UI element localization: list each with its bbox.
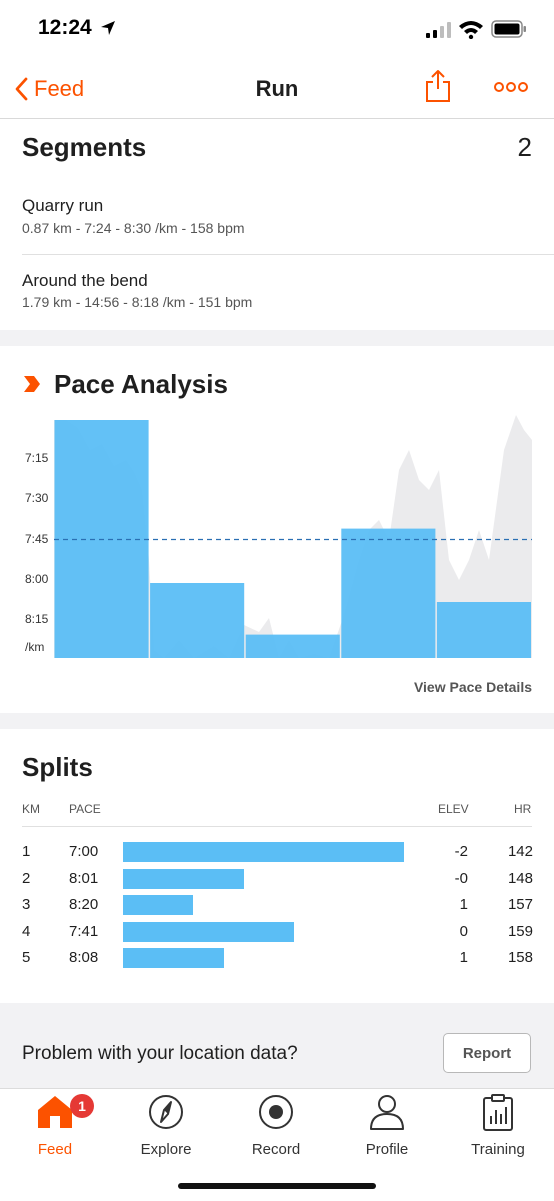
segments-title: Segments: [22, 132, 147, 162]
battery-icon: [491, 20, 526, 38]
splits-title: Splits: [22, 752, 93, 782]
notification-badge: 1: [70, 1094, 94, 1118]
section-separator: [0, 713, 554, 729]
segments-count: 2: [517, 132, 532, 162]
divider: [22, 254, 554, 255]
split-elev: 1: [459, 896, 468, 913]
split-pace-bar: [123, 842, 404, 862]
split-km: 1: [22, 843, 31, 860]
location-problem-text: Problem with your location data?: [22, 1043, 298, 1064]
segment-name: Around the bend: [22, 271, 148, 290]
report-button[interactable]: Report: [443, 1033, 531, 1073]
record-icon: [259, 1095, 293, 1129]
split-elev: 1: [459, 949, 468, 966]
profile-icon: [370, 1095, 404, 1130]
segment-item[interactable]: Around the bend 1.79 km - 14:56 - 8:18 /…: [0, 256, 554, 328]
location-arrow-icon: [101, 21, 115, 35]
splits-header-divider: [22, 826, 532, 827]
split-km: 4: [22, 922, 31, 940]
pace-bar: [150, 583, 245, 658]
pace-bar: [341, 528, 436, 658]
y-tick-label: 8:00: [25, 572, 49, 586]
y-tick-label: 7:45: [25, 532, 49, 546]
split-elev: 0: [459, 922, 468, 940]
more-icon[interactable]: [494, 80, 528, 94]
home-icon: [38, 1096, 72, 1128]
split-hr: 158: [507, 949, 533, 966]
home-indicator: [178, 1183, 376, 1189]
split-pace: 8:01: [69, 869, 99, 887]
tab-label: Record: [251, 1141, 301, 1158]
y-tick-label: 7:15: [25, 451, 49, 465]
segment-item[interactable]: Quarry run 0.87 km - 7:24 - 8:30 /km - 1…: [0, 180, 554, 254]
segment-stats: 0.87 km - 7:24 - 8:30 /km - 158 bpm: [22, 220, 245, 236]
pace-bar: [245, 634, 340, 658]
share-icon[interactable]: [424, 69, 452, 103]
split-pace: 7:00: [69, 843, 99, 860]
splits-header-hr: HR: [514, 802, 532, 816]
split-pace: 8:20: [69, 896, 99, 913]
split-hr: 148: [507, 869, 533, 887]
split-hr: 142: [507, 843, 533, 860]
wifi-icon: [459, 21, 483, 39]
split-km: 3: [22, 896, 31, 913]
split-elev: -2: [454, 843, 468, 860]
strava-chevron-icon: [24, 376, 40, 392]
segment-stats: 1.79 km - 14:56 - 8:18 /km - 151 bpm: [22, 294, 253, 310]
split-km: 2: [22, 869, 31, 887]
tab-label: Feed: [37, 1141, 73, 1158]
y-tick-label: 8:15: [25, 612, 49, 626]
split-km: 5: [22, 949, 31, 966]
nav-divider: [0, 118, 554, 119]
split-pace-bar: [123, 948, 225, 968]
tab-profile[interactable]: Profile: [332, 1092, 442, 1158]
split-hr: 157: [507, 896, 533, 913]
tab-record[interactable]: Record: [221, 1092, 331, 1158]
cellular-signal-icon: [426, 22, 451, 38]
split-pace-bar: [123, 895, 194, 915]
split-pace-bar: [123, 868, 244, 889]
tab-label: Profile: [365, 1141, 409, 1158]
pace-bar: [436, 602, 531, 658]
training-icon: [483, 1094, 513, 1131]
page-title: Run: [255, 76, 299, 101]
split-hr: 159: [507, 922, 533, 940]
tab-explore[interactable]: Explore: [111, 1092, 221, 1158]
split-pace: 7:41: [69, 922, 99, 940]
y-unit-label: /km: [25, 640, 45, 654]
tab-label: Explore: [140, 1141, 192, 1158]
y-tick-label: 7:30: [25, 491, 49, 505]
split-pace-bar: [123, 921, 295, 942]
status-time: 12:24: [38, 16, 92, 39]
tab-training[interactable]: Training: [443, 1092, 553, 1158]
view-pace-details-link[interactable]: View Pace Details: [414, 679, 532, 695]
split-elev: -0: [454, 869, 468, 887]
segment-name: Quarry run: [22, 196, 104, 215]
tab-label: Training: [471, 1141, 525, 1158]
splits-header-elev: ELEV: [438, 802, 469, 816]
split-pace: 8:08: [69, 949, 99, 966]
splits-header-km: KM: [22, 802, 40, 816]
splits-header-pace: PACE: [69, 802, 101, 816]
section-separator: [0, 330, 554, 346]
compass-icon: [149, 1095, 183, 1129]
pace-analysis-title: Pace Analysis: [54, 369, 228, 399]
pace-chart: [54, 415, 532, 658]
